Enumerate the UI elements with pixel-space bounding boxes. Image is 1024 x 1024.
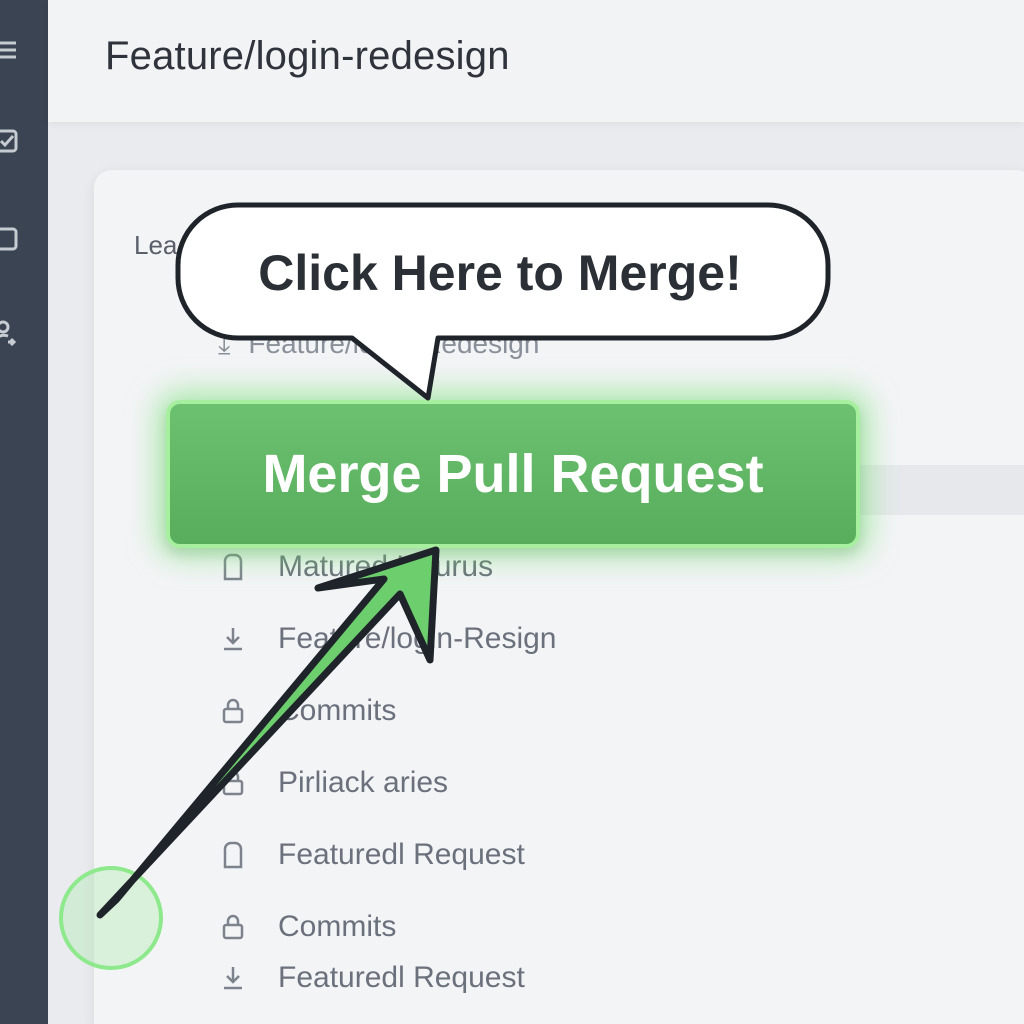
list-item[interactable]: Commits xyxy=(218,891,998,963)
menu-icon[interactable] xyxy=(0,37,20,63)
file-icon xyxy=(218,552,248,582)
list-item[interactable]: Feature/login-Resign xyxy=(218,603,998,675)
panel-subtitle: Lea xyxy=(134,230,178,260)
sidebar xyxy=(0,0,48,1024)
checkbox-icon[interactable] xyxy=(0,128,20,154)
page-title: Feature/login-redesign xyxy=(105,34,510,78)
lock-icon xyxy=(218,696,248,726)
callout-text: Click Here to Merge! xyxy=(258,244,742,301)
download-icon xyxy=(218,963,248,993)
user-share-icon[interactable] xyxy=(0,320,20,347)
list-item[interactable]: Commits xyxy=(218,675,998,747)
list-item-label: Commits xyxy=(278,694,397,727)
list-item-label: Featuredl Request xyxy=(278,963,525,993)
list-item[interactable]: Pirliack aries xyxy=(218,747,998,819)
square-icon[interactable] xyxy=(0,226,20,252)
changes-list: Matured Hourus Feature/login-Resign Comm… xyxy=(218,531,998,993)
file-icon xyxy=(218,840,248,870)
list-item-label: Pirliack aries xyxy=(278,766,449,799)
top-header: Feature/login-redesign xyxy=(48,0,1024,122)
list-item[interactable]: Featuredl Request xyxy=(218,963,998,993)
list-item-label: Featuredl Request xyxy=(278,838,525,871)
list-item[interactable]: Featuredl Request xyxy=(218,819,998,891)
list-item-label: Matured Hourus xyxy=(278,550,494,583)
download-icon xyxy=(218,624,248,654)
list-item-label: Commits xyxy=(278,910,397,943)
merge-pull-request-button[interactable]: Merge Pull Request xyxy=(166,400,860,548)
lock-icon xyxy=(218,768,248,798)
list-item-label: Feature/login-Resign xyxy=(278,622,557,655)
lock-icon xyxy=(218,912,248,942)
